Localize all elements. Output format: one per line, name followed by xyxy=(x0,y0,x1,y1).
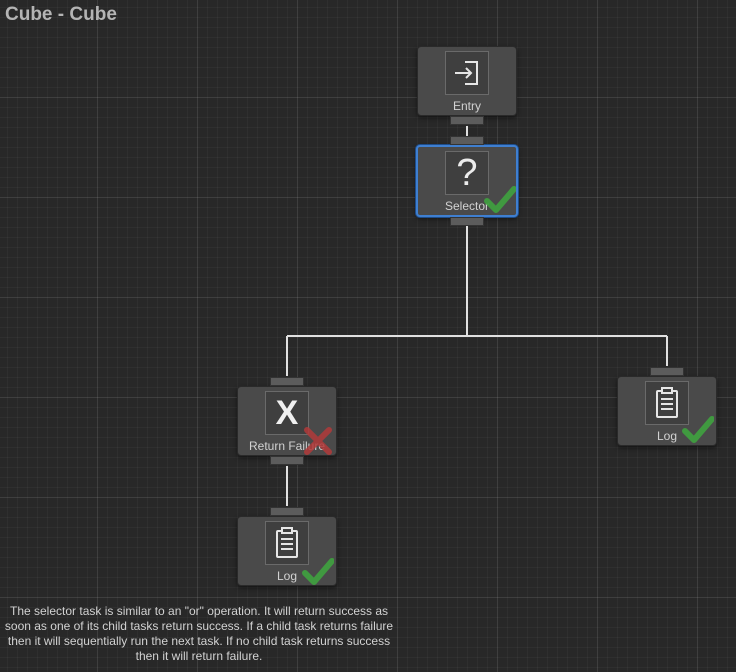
return-failure-input-port[interactable] xyxy=(270,377,304,386)
connection-lines xyxy=(286,126,668,506)
entry-node[interactable]: Entry xyxy=(417,46,517,125)
question-mark-icon: ? xyxy=(456,151,478,194)
log-right-input-port[interactable] xyxy=(650,367,684,376)
selector-output-port[interactable] xyxy=(450,217,484,226)
entry-icon-box xyxy=(445,51,489,95)
return-failure-output-port[interactable] xyxy=(270,456,304,465)
clipboard-icon xyxy=(656,387,678,418)
clipboard-icon xyxy=(276,527,298,558)
x-icon: X xyxy=(275,393,299,432)
entry-label: Entry xyxy=(452,99,481,113)
selector-node[interactable]: ? Selector xyxy=(416,136,518,226)
selector-icon-box: ? xyxy=(445,151,489,195)
entry-output-port[interactable] xyxy=(450,116,484,125)
log-node-right[interactable]: Log xyxy=(617,367,717,446)
return-failure-node[interactable]: X Return Failure xyxy=(237,377,337,465)
entry-arrow-icon xyxy=(455,61,478,85)
failure-x-icon xyxy=(304,427,332,455)
success-check-icon xyxy=(302,558,334,585)
task-description: The selector task is similar to an "or" … xyxy=(4,604,394,663)
log-node-left[interactable]: Log xyxy=(237,507,337,586)
selector-input-port[interactable] xyxy=(450,136,484,145)
log-left-input-port[interactable] xyxy=(270,507,304,516)
success-check-icon xyxy=(682,416,714,443)
success-check-icon xyxy=(484,186,516,213)
